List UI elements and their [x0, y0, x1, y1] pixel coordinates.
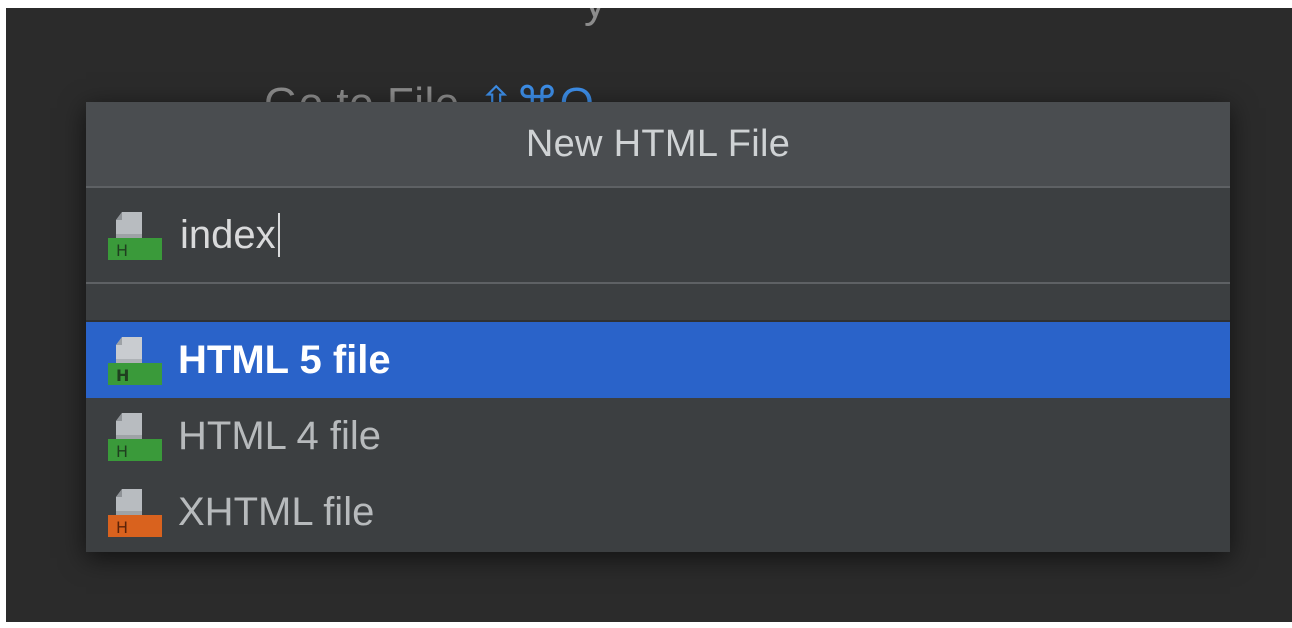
option-label: HTML 5 file — [178, 337, 391, 382]
html-file-icon: H — [108, 212, 162, 260]
divider-row — [86, 284, 1230, 322]
file-name-value: index — [180, 212, 276, 257]
text-caret — [277, 213, 280, 257]
svg-text:H: H — [116, 518, 128, 537]
html-file-icon: H — [108, 413, 162, 461]
option-xhtml-file[interactable]: H XHTML file — [86, 474, 1230, 550]
option-html5-file[interactable]: H HTML 5 file — [86, 322, 1230, 398]
file-name-row: H index — [86, 188, 1230, 284]
option-html4-file[interactable]: H HTML 4 file — [86, 398, 1230, 474]
html-file-icon: H — [108, 337, 162, 385]
option-label: XHTML file — [178, 489, 375, 534]
file-name-input[interactable]: index — [180, 205, 1230, 265]
option-label: HTML 4 file — [178, 413, 382, 458]
svg-text:H: H — [116, 241, 128, 260]
background-text-fragment: y — [584, 8, 606, 28]
file-type-list: H HTML 5 file H HTML 4 file H XHTML file — [86, 322, 1230, 550]
dialog-header: New HTML File — [86, 102, 1230, 188]
new-html-file-dialog: New HTML File H index H HTML 5 file H HT… — [86, 102, 1230, 552]
svg-text:H: H — [116, 366, 129, 385]
xhtml-file-icon: H — [108, 489, 162, 537]
dialog-title: New HTML File — [525, 122, 791, 165]
ide-backdrop: y Go to File⇧⌘O New HTML File H index — [6, 8, 1292, 622]
svg-text:H: H — [116, 442, 128, 461]
